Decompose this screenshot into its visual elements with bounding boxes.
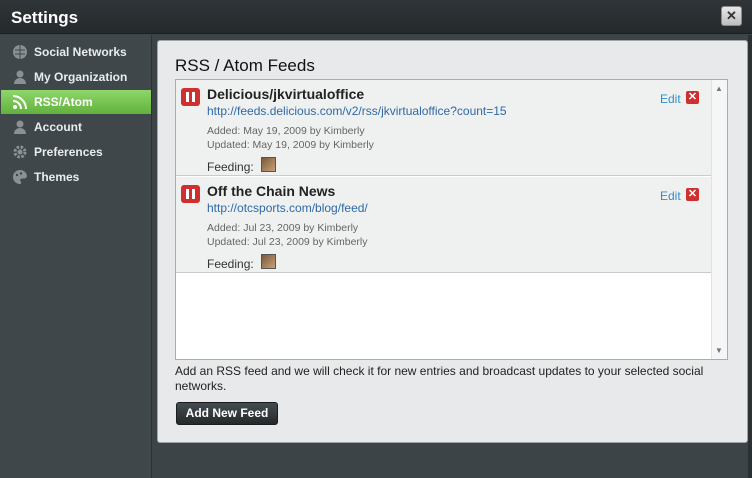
close-button[interactable]: ✕ (721, 6, 742, 26)
feeding-label: Feeding: (207, 160, 254, 174)
window-edge (748, 35, 752, 478)
scroll-up-icon[interactable]: ▲ (715, 84, 723, 93)
rss-icon (12, 95, 27, 110)
sidebar-item-preferences[interactable]: Preferences (1, 140, 151, 164)
sidebar-item-account[interactable]: Account (1, 115, 151, 139)
sidebar-item-label: RSS/Atom (34, 95, 93, 109)
list-item: Delicious/jkvirtualoffice http://feeds.d… (176, 80, 711, 176)
edit-feed-link[interactable]: Edit (660, 189, 681, 203)
help-text: Add an RSS feed and we will check it for… (175, 364, 704, 393)
feed-added-date: Added: May 19, 2009 by Kimberly (207, 125, 365, 137)
sidebar-item-my-organization[interactable]: My Organization (1, 65, 151, 89)
delete-icon[interactable]: ✕ (686, 91, 699, 104)
sidebar-item-label: Account (34, 120, 82, 134)
sidebar-item-label: Themes (34, 170, 80, 184)
window-title: Settings (11, 8, 79, 27)
globe-icon (13, 45, 27, 59)
feed-name: Off the Chain News (207, 183, 336, 199)
scroll-down-icon[interactable]: ▼ (715, 346, 723, 355)
settings-sidebar: Social Networks My Organization RSS/Atom… (0, 35, 152, 478)
feed-updated-date: Updated: May 19, 2009 by Kimberly (207, 139, 374, 151)
person-icon (14, 120, 26, 134)
sidebar-item-social-networks[interactable]: Social Networks (1, 40, 151, 64)
feed-name: Delicious/jkvirtualoffice (207, 86, 365, 102)
sidebar-item-themes[interactable]: Themes (1, 165, 151, 189)
edit-feed-link[interactable]: Edit (660, 92, 681, 106)
gear-icon (13, 145, 27, 159)
feed-list-scrollbar[interactable]: ▲ ▼ (711, 80, 727, 359)
sidebar-item-label: My Organization (34, 70, 128, 84)
sidebar-item-rss-atom[interactable]: RSS/Atom (1, 90, 151, 114)
delete-icon[interactable]: ✕ (686, 188, 699, 201)
feed-list: Delicious/jkvirtualoffice http://feeds.d… (175, 79, 728, 360)
sidebar-item-label: Social Networks (34, 45, 127, 59)
person-icon (14, 70, 26, 84)
avatar (261, 254, 276, 269)
feed-updated-date: Updated: Jul 23, 2009 by Kimberly (207, 236, 368, 248)
page-title: RSS / Atom Feeds (175, 56, 315, 75)
rss-settings-panel: RSS / Atom Feeds Delicious/jkvirtualoffi… (157, 40, 748, 443)
sidebar-item-label: Preferences (34, 145, 103, 159)
pause-icon[interactable] (181, 185, 200, 203)
list-item: Off the Chain News http://otcsports.com/… (176, 177, 711, 273)
palette-icon (13, 169, 27, 184)
pause-icon[interactable] (181, 88, 200, 106)
feed-url-link[interactable]: http://feeds.delicious.com/v2/rss/jkvirt… (207, 104, 507, 118)
feeding-label: Feeding: (207, 257, 254, 271)
add-new-feed-button[interactable]: Add New Feed (176, 402, 278, 425)
feed-added-date: Added: Jul 23, 2009 by Kimberly (207, 222, 359, 234)
feed-url-link[interactable]: http://otcsports.com/blog/feed/ (207, 201, 368, 215)
avatar (261, 157, 276, 172)
window-titlebar: Settings ✕ (0, 0, 752, 34)
